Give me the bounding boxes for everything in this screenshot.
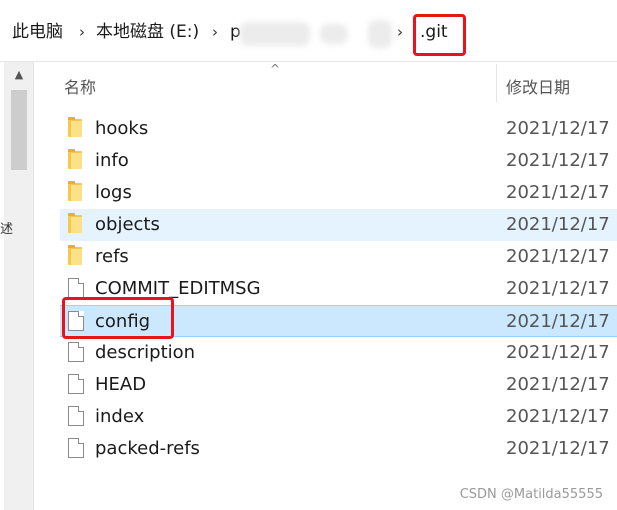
chevron-right-icon[interactable]: › xyxy=(212,22,218,42)
chevron-right-icon[interactable]: › xyxy=(79,22,85,42)
sort-ascending-icon: ^ xyxy=(270,62,281,76)
file-row-refs[interactable]: refs 2021/12/17 xyxy=(60,241,617,273)
file-date: 2021/12/17 xyxy=(506,311,610,332)
navigation-pane-scrollbar[interactable]: ▲ xyxy=(4,62,34,510)
file-date: 2021/12/17 xyxy=(506,438,610,459)
redacted-region xyxy=(368,20,392,48)
file-date: 2021/12/17 xyxy=(506,118,610,139)
file-name: packed-refs xyxy=(95,438,200,459)
file-icon xyxy=(68,374,84,394)
column-header-name[interactable]: 名称 xyxy=(64,74,96,98)
highlight-box-git xyxy=(413,14,466,56)
file-row-head[interactable]: HEAD 2021/12/17 xyxy=(60,369,617,401)
file-list: hooks 2021/12/17 info 2021/12/17 logs 20… xyxy=(60,113,617,465)
folder-icon xyxy=(68,181,82,201)
column-header: ^ 名称 修改日期 xyxy=(44,62,617,104)
chevron-right-icon[interactable]: › xyxy=(397,22,403,42)
file-name: objects xyxy=(95,214,160,235)
file-date: 2021/12/17 xyxy=(506,374,610,395)
file-icon xyxy=(68,406,84,426)
file-icon xyxy=(68,278,84,298)
breadcrumb-this-pc[interactable]: 此电脑 xyxy=(12,20,63,44)
column-header-date-modified[interactable]: 修改日期 xyxy=(506,74,570,98)
watermark-text: CSDN @Matilda55555 xyxy=(459,487,603,502)
nav-pane-cut-text: 述 xyxy=(0,222,14,237)
file-name: hooks xyxy=(95,118,149,139)
file-date: 2021/12/17 xyxy=(506,214,610,235)
file-date: 2021/12/17 xyxy=(506,342,610,363)
file-date: 2021/12/17 xyxy=(506,246,610,267)
highlight-box-config xyxy=(62,297,174,339)
scrollbar-thumb[interactable] xyxy=(11,90,27,170)
folder-icon xyxy=(68,245,82,265)
file-row-index[interactable]: index 2021/12/17 xyxy=(60,401,617,433)
file-date: 2021/12/17 xyxy=(506,182,610,203)
file-date: 2021/12/17 xyxy=(506,150,610,171)
file-name: HEAD xyxy=(95,374,147,395)
file-date: 2021/12/17 xyxy=(506,406,610,427)
file-name: index xyxy=(95,406,145,427)
scroll-up-arrow-icon[interactable]: ▲ xyxy=(10,66,28,84)
redacted-region xyxy=(240,22,310,46)
file-icon xyxy=(68,438,84,458)
file-row-description[interactable]: description 2021/12/17 xyxy=(60,337,617,369)
folder-icon xyxy=(68,213,82,233)
file-name: logs xyxy=(95,182,132,203)
folder-icon xyxy=(68,149,82,169)
redacted-region xyxy=(320,24,348,44)
breadcrumb-drive-e[interactable]: 本地磁盘 (E:) xyxy=(96,20,199,44)
file-row-hooks[interactable]: hooks 2021/12/17 xyxy=(60,113,617,145)
file-name: info xyxy=(95,150,129,171)
file-row-info[interactable]: info 2021/12/17 xyxy=(60,145,617,177)
file-row-logs[interactable]: logs 2021/12/17 xyxy=(60,177,617,209)
file-date: 2021/12/17 xyxy=(506,278,610,299)
folder-icon xyxy=(68,117,82,137)
file-name: refs xyxy=(95,246,129,267)
file-row-objects[interactable]: objects 2021/12/17 xyxy=(60,209,617,241)
file-row-packed-refs[interactable]: packed-refs 2021/12/17 xyxy=(60,433,617,465)
column-divider[interactable] xyxy=(496,64,497,102)
file-icon xyxy=(68,342,84,362)
address-bar[interactable]: 此电脑 › 本地磁盘 (E:) › p › .git xyxy=(0,0,617,62)
file-name: description xyxy=(95,342,196,363)
